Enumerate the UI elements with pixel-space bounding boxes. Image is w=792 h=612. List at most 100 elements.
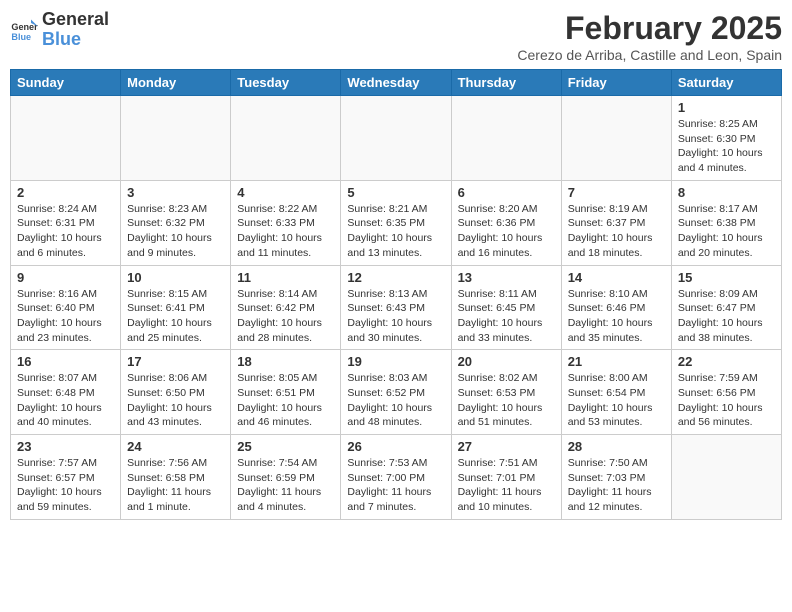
day-number: 4 [237,185,334,200]
calendar-cell: 5 Sunrise: 8:21 AMSunset: 6:35 PMDaylight… [341,180,451,265]
day-info: Sunrise: 8:06 AMSunset: 6:50 PMDaylight:… [127,371,224,430]
day-number: 22 [678,354,775,369]
day-info: Sunrise: 8:19 AMSunset: 6:37 PMDaylight:… [568,202,665,261]
calendar-header-row: Sunday Monday Tuesday Wednesday Thursday… [11,70,782,96]
day-number: 24 [127,439,224,454]
calendar-cell: 24 Sunrise: 7:56 AMSunset: 6:58 PMDayligh… [121,435,231,520]
day-number: 27 [458,439,555,454]
day-info: Sunrise: 8:16 AMSunset: 6:40 PMDaylight:… [17,287,114,346]
calendar-week-row: 9 Sunrise: 8:16 AMSunset: 6:40 PMDaylight… [11,265,782,350]
calendar-cell: 22 Sunrise: 7:59 AMSunset: 6:56 PMDayligh… [671,350,781,435]
day-number: 7 [568,185,665,200]
calendar-cell: 18 Sunrise: 8:05 AMSunset: 6:51 PMDayligh… [231,350,341,435]
calendar-cell: 3 Sunrise: 8:23 AMSunset: 6:32 PMDaylight… [121,180,231,265]
calendar-cell: 4 Sunrise: 8:22 AMSunset: 6:33 PMDaylight… [231,180,341,265]
calendar-cell: 6 Sunrise: 8:20 AMSunset: 6:36 PMDaylight… [451,180,561,265]
day-number: 25 [237,439,334,454]
day-number: 11 [237,270,334,285]
calendar-cell [231,96,341,181]
day-number: 21 [568,354,665,369]
day-info: Sunrise: 8:05 AMSunset: 6:51 PMDaylight:… [237,371,334,430]
calendar-week-row: 16Sunrise: 8:07 AMSunset: 6:48 PMDayligh… [11,350,782,435]
calendar-cell: 14 Sunrise: 8:10 AMSunset: 6:46 PMDayligh… [561,265,671,350]
header-saturday: Saturday [671,70,781,96]
day-number: 15 [678,270,775,285]
day-info: Sunrise: 8:15 AMSunset: 6:41 PMDaylight:… [127,287,224,346]
day-info: Sunrise: 8:24 AMSunset: 6:31 PMDaylight:… [17,202,114,261]
day-number: 9 [17,270,114,285]
page-header: General Blue General Blue February 2025 … [10,10,782,63]
calendar-cell: 15 Sunrise: 8:09 AMSunset: 6:47 PMDayligh… [671,265,781,350]
day-number: 3 [127,185,224,200]
day-number: 2 [17,185,114,200]
day-number: 17 [127,354,224,369]
calendar-cell [671,435,781,520]
day-info: Sunrise: 8:17 AMSunset: 6:38 PMDaylight:… [678,202,775,261]
logo-icon: General Blue [10,16,38,44]
calendar-cell: 16Sunrise: 8:07 AMSunset: 6:48 PMDayligh… [11,350,121,435]
calendar-cell [561,96,671,181]
day-info: Sunrise: 8:25 AMSunset: 6:30 PMDaylight:… [678,117,775,176]
calendar-cell: 25 Sunrise: 7:54 AMSunset: 6:59 PMDayligh… [231,435,341,520]
day-number: 18 [237,354,334,369]
calendar-cell: 27 Sunrise: 7:51 AMSunset: 7:01 PMDayligh… [451,435,561,520]
day-number: 26 [347,439,444,454]
calendar-cell: 17 Sunrise: 8:06 AMSunset: 6:50 PMDayligh… [121,350,231,435]
calendar-cell: 10 Sunrise: 8:15 AMSunset: 6:41 PMDayligh… [121,265,231,350]
calendar-week-row: 23 Sunrise: 7:57 AMSunset: 6:57 PMDayligh… [11,435,782,520]
logo-blue: Blue [42,30,109,50]
day-number: 8 [678,185,775,200]
day-info: Sunrise: 7:50 AMSunset: 7:03 PMDaylight:… [568,456,665,515]
day-info: Sunrise: 8:23 AMSunset: 6:32 PMDaylight:… [127,202,224,261]
calendar-cell [451,96,561,181]
calendar-cell [121,96,231,181]
day-info: Sunrise: 8:13 AMSunset: 6:43 PMDaylight:… [347,287,444,346]
day-info: Sunrise: 8:09 AMSunset: 6:47 PMDaylight:… [678,287,775,346]
day-number: 16 [17,354,114,369]
day-info: Sunrise: 7:57 AMSunset: 6:57 PMDaylight:… [17,456,114,515]
day-info: Sunrise: 8:21 AMSunset: 6:35 PMDaylight:… [347,202,444,261]
day-info: Sunrise: 7:59 AMSunset: 6:56 PMDaylight:… [678,371,775,430]
day-number: 5 [347,185,444,200]
logo-general: General [42,10,109,30]
calendar-cell: 11Sunrise: 8:14 AMSunset: 6:42 PMDayligh… [231,265,341,350]
day-number: 6 [458,185,555,200]
day-number: 23 [17,439,114,454]
header-monday: Monday [121,70,231,96]
day-number: 28 [568,439,665,454]
calendar-cell [341,96,451,181]
calendar-cell: 21Sunrise: 8:00 AMSunset: 6:54 PMDayligh… [561,350,671,435]
day-number: 10 [127,270,224,285]
day-number: 1 [678,100,775,115]
header-tuesday: Tuesday [231,70,341,96]
calendar-week-row: 2 Sunrise: 8:24 AMSunset: 6:31 PMDaylight… [11,180,782,265]
day-number: 19 [347,354,444,369]
calendar-cell: 1 Sunrise: 8:25 AMSunset: 6:30 PMDaylight… [671,96,781,181]
calendar-cell [11,96,121,181]
day-info: Sunrise: 8:02 AMSunset: 6:53 PMDaylight:… [458,371,555,430]
calendar-cell: 28 Sunrise: 7:50 AMSunset: 7:03 PMDayligh… [561,435,671,520]
day-info: Sunrise: 8:22 AMSunset: 6:33 PMDaylight:… [237,202,334,261]
calendar-week-row: 1 Sunrise: 8:25 AMSunset: 6:30 PMDaylight… [11,96,782,181]
calendar-cell: 19Sunrise: 8:03 AMSunset: 6:52 PMDayligh… [341,350,451,435]
header-friday: Friday [561,70,671,96]
calendar-cell: 23 Sunrise: 7:57 AMSunset: 6:57 PMDayligh… [11,435,121,520]
day-info: Sunrise: 7:54 AMSunset: 6:59 PMDaylight:… [237,456,334,515]
location-title: Cerezo de Arriba, Castille and Leon, Spa… [517,47,782,63]
calendar-cell: 12 Sunrise: 8:13 AMSunset: 6:43 PMDayligh… [341,265,451,350]
day-info: Sunrise: 7:51 AMSunset: 7:01 PMDaylight:… [458,456,555,515]
calendar-table: Sunday Monday Tuesday Wednesday Thursday… [10,69,782,520]
day-number: 12 [347,270,444,285]
day-info: Sunrise: 8:10 AMSunset: 6:46 PMDaylight:… [568,287,665,346]
calendar-cell: 8 Sunrise: 8:17 AMSunset: 6:38 PMDaylight… [671,180,781,265]
calendar-cell: 13Sunrise: 8:11 AMSunset: 6:45 PMDayligh… [451,265,561,350]
header-sunday: Sunday [11,70,121,96]
day-info: Sunrise: 7:56 AMSunset: 6:58 PMDaylight:… [127,456,224,515]
calendar-cell: 7 Sunrise: 8:19 AMSunset: 6:37 PMDaylight… [561,180,671,265]
day-info: Sunrise: 8:20 AMSunset: 6:36 PMDaylight:… [458,202,555,261]
header-wednesday: Wednesday [341,70,451,96]
day-number: 14 [568,270,665,285]
day-number: 20 [458,354,555,369]
calendar-cell: 9 Sunrise: 8:16 AMSunset: 6:40 PMDaylight… [11,265,121,350]
title-area: February 2025 Cerezo de Arriba, Castille… [517,10,782,63]
